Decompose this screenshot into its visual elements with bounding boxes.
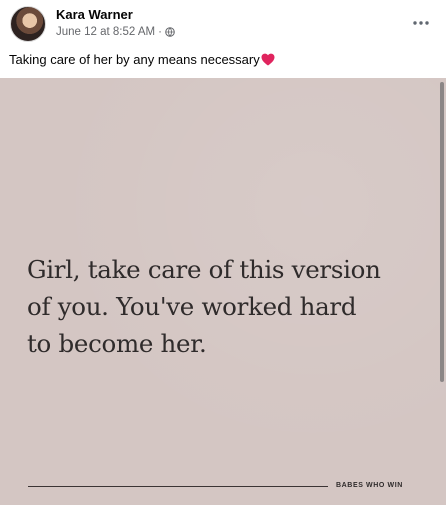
caption-text: Taking care of her by any means necessar… [9,52,260,67]
post-header: Kara Warner June 12 at 8:52 AM · [0,0,446,48]
quote-text: Girl, take care of this version of you. … [27,251,437,362]
more-options-icon[interactable] [412,14,430,32]
brand-label: BABES WHO WIN [336,482,403,489]
globe-icon[interactable] [165,27,175,37]
heart-icon [261,53,275,66]
scrollbar[interactable] [440,82,444,382]
author-name[interactable]: Kara Warner [56,7,133,22]
divider-line [28,486,328,487]
avatar[interactable] [10,6,46,42]
quote-line: Girl, take care of this version [27,255,381,284]
quote-line: of you. You've worked hard [27,292,357,321]
post-image[interactable]: Girl, take care of this version of you. … [0,78,446,505]
post-timestamp[interactable]: June 12 at 8:52 AM [56,26,155,38]
quote-line: to become her. [27,329,207,358]
post-meta: June 12 at 8:52 AM · [56,26,175,38]
meta-separator: · [158,26,162,38]
post-caption: Taking care of her by any means necessar… [9,52,275,67]
